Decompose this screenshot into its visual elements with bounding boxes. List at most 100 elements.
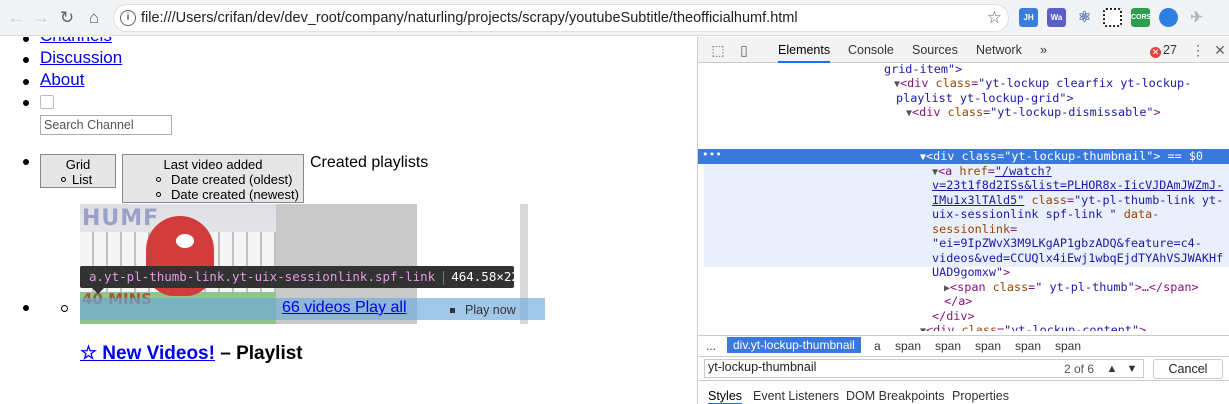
dom-node-cont[interactable]: v=23t1f8d2ISs&list=PLHOR8x-IicVJDAmJWZmJ… [932, 178, 1223, 193]
sort-menu[interactable]: Last video added Date created (oldest) D… [122, 154, 304, 203]
tooltip-size: 464.58×22 [451, 269, 519, 284]
tab-elements[interactable]: Elements [778, 37, 831, 63]
tab-styles[interactable]: Styles [708, 389, 743, 404]
home-icon[interactable]: ⌂ [84, 8, 104, 28]
dom-node[interactable]: ▼<div class="yt-lockup-content"> [920, 323, 1146, 331]
attr-name: class [992, 280, 1029, 294]
href-link[interactable]: "/watch? [995, 164, 1052, 178]
tag: <div [912, 105, 948, 119]
dom-node-cont[interactable]: "ei=9IpZWvX3M9LKgAP1gbzADQ&feature=c4- [932, 236, 1202, 251]
attr-name: class [961, 323, 998, 331]
dom-node[interactable]: </a> [944, 294, 972, 309]
dom-node[interactable]: ▶<span class=" yt-pl-thumb">…</span> [944, 280, 1199, 297]
error-icon: ✕ [1150, 47, 1161, 58]
network-extension-icon[interactable] [1159, 8, 1178, 27]
href-link[interactable]: IMu1x3lTAld5" [932, 193, 1024, 207]
crumb-span[interactable]: span [975, 339, 1001, 353]
error-count-badge[interactable]: ✕ 27 [1150, 43, 1177, 58]
find-count: 2 of 6 [1064, 362, 1095, 376]
dom-node-cont[interactable]: UAD9gomxw"> [932, 265, 1010, 280]
tag: <a [938, 164, 960, 178]
attr-name: class [935, 76, 972, 90]
cors-extension-icon[interactable]: CORS [1131, 8, 1151, 27]
dom-node[interactable]: </div> [932, 309, 975, 324]
selected-node-text: <div class="yt-lockup-thumbnail"> == $0 [926, 149, 1204, 163]
discussion-link[interactable]: Discussion [40, 48, 122, 68]
dom-node-cont[interactable]: uix-sessionlink spf-link " data- [932, 207, 1159, 222]
tab-dom-breakpoints[interactable]: DOM Breakpoints [846, 389, 945, 403]
new-videos-link[interactable]: ☆ New Videos! [80, 343, 215, 364]
react-extension-icon[interactable]: ⚛ [1075, 8, 1094, 27]
close-devtools-icon[interactable]: ✕ [1212, 42, 1228, 58]
playlist-suffix: – Playlist [214, 343, 303, 364]
tab-console[interactable]: Console [848, 37, 894, 63]
dom-tree[interactable]: ••• grid-item"> ▼<div class="yt-lockup c… [698, 64, 1229, 331]
tab-network[interactable]: Network [976, 37, 1022, 63]
videos-play-all-link[interactable]: 66 videos Play all [282, 299, 407, 317]
href-link[interactable]: v=23t1f8d2ISs&list=PLHOR8x-IicVJDAmJWZmJ… [932, 178, 1223, 192]
page-content: Channels Discussion About Search Channel… [0, 37, 697, 404]
last-video-added-option[interactable]: Last video added [123, 157, 303, 172]
url-text[interactable]: file:///Users/crifan/dev/dev_root/compan… [141, 10, 798, 26]
attr-name: href [959, 164, 988, 178]
tag: <div [926, 323, 962, 331]
attr-value: videos&ved=CCUQlx4iEwj1wbqEjdTYAhVSJWAKH… [932, 251, 1224, 265]
tag: </div> [932, 309, 975, 323]
view-menu[interactable]: Grid List [40, 154, 116, 188]
crumb-more[interactable]: ... [706, 339, 716, 353]
node-actions-icon[interactable]: ••• [702, 148, 722, 163]
search-channel-input[interactable]: Search Channel [40, 115, 172, 135]
tab-sources[interactable]: Sources [912, 37, 958, 63]
puzzle-extension-icon[interactable]: ✈ [1187, 8, 1206, 27]
cancel-button[interactable]: Cancel [1153, 359, 1223, 379]
attr-value: "ei=9IpZWvX3M9LKgAP1gbzADQ&feature=c4- [932, 236, 1202, 250]
tooltip-separator [443, 270, 445, 285]
tab-event-listeners[interactable]: Event Listeners [753, 389, 839, 403]
tab-properties[interactable]: Properties [952, 389, 1009, 403]
crumb-span[interactable]: span [1015, 339, 1041, 353]
list-option[interactable]: List [72, 172, 92, 187]
attr-name: class [947, 105, 984, 119]
tag: >…</span> [1134, 280, 1199, 294]
crumb-span[interactable]: span [935, 339, 961, 353]
address-bar[interactable]: i file:///Users/crifan/dev/dev_root/comp… [113, 4, 1009, 32]
back-icon[interactable]: ← [6, 8, 26, 28]
dom-node-cont[interactable]: playlist yt-lockup-grid"> [896, 91, 1074, 106]
jh-extension-icon[interactable]: JH [1019, 8, 1038, 27]
reload-icon[interactable]: ↻ [57, 8, 77, 28]
crumb-span[interactable]: span [895, 339, 921, 353]
date-newest-option[interactable]: Date created (newest) [171, 187, 299, 202]
channel-checkbox[interactable] [40, 95, 54, 109]
list-circle [61, 305, 68, 312]
wa-extension-icon[interactable]: Wa [1047, 8, 1066, 27]
tooltip-selector: a.yt-pl-thumb-link.yt-uix-sessionlink.sp… [89, 269, 436, 284]
tag: <div [900, 76, 936, 90]
info-icon[interactable]: i [120, 10, 136, 26]
more-tabs-icon[interactable]: » [1040, 37, 1047, 63]
find-next-icon[interactable]: ▼ [1123, 360, 1141, 378]
qr-code-icon[interactable] [1103, 8, 1122, 27]
find-prev-icon[interactable]: ▲ [1103, 360, 1121, 378]
dom-node-cont[interactable]: videos&ved=CCUQlx4iEwj1wbqEjdTYAhVSJWAKH… [932, 251, 1223, 266]
inspect-element-icon[interactable]: ⬚ [710, 42, 726, 58]
channels-link[interactable]: Channels [40, 37, 112, 46]
crumb-span[interactable]: span [1055, 339, 1081, 353]
styles-subtabs: Styles Event Listeners DOM Breakpoints P… [698, 387, 1229, 404]
dom-node[interactable]: grid-item"> [884, 64, 962, 77]
dom-node-cont[interactable]: sessionlink= [932, 222, 1017, 237]
about-link[interactable]: About [40, 70, 84, 90]
attr-value: grid-item"> [884, 64, 963, 76]
device-toggle-icon[interactable]: ▯ [736, 42, 752, 58]
bookmark-star-icon[interactable]: ☆ [987, 8, 1002, 28]
dom-node[interactable]: ▼<div class="yt-lockup-dismissable"> [906, 105, 1161, 122]
date-oldest-option[interactable]: Date created (oldest) [171, 172, 292, 187]
dom-node-cont[interactable]: IMu1x3lTAld5" class="yt-pl-thumb-link yt… [932, 193, 1223, 208]
forward-icon[interactable]: → [31, 8, 51, 28]
play-now-link[interactable]: Play now [465, 303, 516, 317]
crumb-a[interactable]: a [874, 339, 881, 353]
grid-option[interactable]: Grid [41, 157, 115, 172]
crumb-selected[interactable]: div.yt-lockup-thumbnail [727, 337, 861, 353]
browser-toolbar: ← → ↻ ⌂ i file:///Users/crifan/dev/dev_r… [0, 0, 1229, 36]
attr-name: class [1024, 193, 1067, 207]
kebab-menu-icon[interactable]: ⋮ [1190, 42, 1206, 58]
